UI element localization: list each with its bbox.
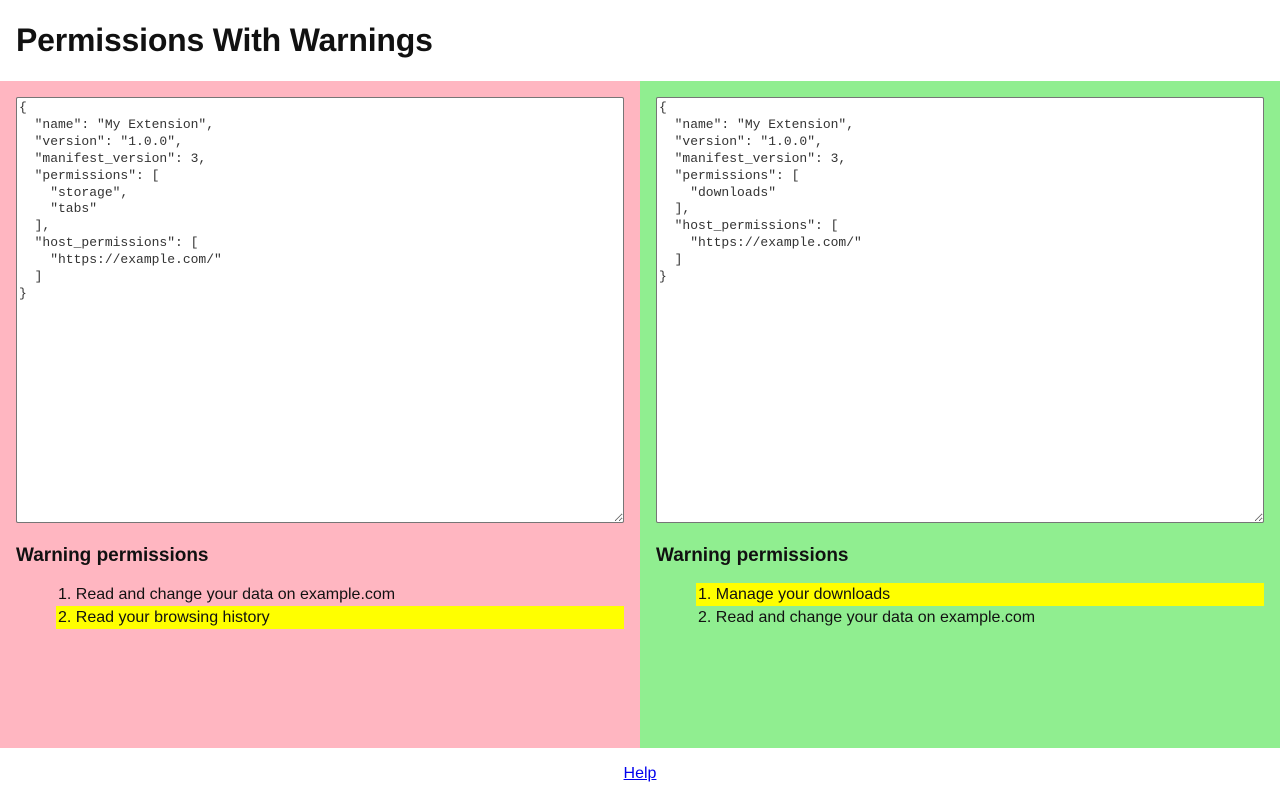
- page-title: Permissions With Warnings: [16, 22, 433, 58]
- panel-right: { "name": "My Extension", "version": "1.…: [640, 81, 1280, 748]
- warning-item-number: 1.: [58, 586, 72, 603]
- warning-item-text: Manage your downloads: [715, 586, 891, 603]
- help-link[interactable]: Help: [624, 765, 657, 783]
- manifest-editor-right[interactable]: { "name": "My Extension", "version": "1.…: [656, 97, 1264, 523]
- panel-left: { "name": "My Extension", "version": "1.…: [0, 81, 640, 748]
- manifest-editor-left[interactable]: { "name": "My Extension", "version": "1.…: [16, 97, 624, 523]
- warning-list-right: 1. Manage your downloads 2. Read and cha…: [656, 583, 1264, 629]
- warning-item-text: Read your browsing history: [75, 609, 270, 626]
- page-header: Permissions With Warnings: [0, 0, 1280, 81]
- warning-item-text: Read and change your data on example.com: [75, 586, 396, 603]
- page-footer: Help: [0, 748, 1280, 800]
- warning-item-number: 2.: [58, 609, 72, 626]
- warning-item-highlighted: 2. Read your browsing history: [56, 606, 624, 629]
- warning-item-number: 1.: [698, 586, 712, 603]
- warning-item: 2. Read and change your data on example.…: [696, 606, 1264, 629]
- warning-list-left: 1. Read and change your data on example.…: [16, 583, 624, 629]
- comparison-panels: { "name": "My Extension", "version": "1.…: [0, 81, 1280, 748]
- warning-permissions-heading: Warning permissions: [16, 545, 209, 566]
- warning-item: 1. Read and change your data on example.…: [56, 583, 624, 606]
- warning-permissions-heading: Warning permissions: [656, 545, 849, 566]
- warning-item-number: 2.: [698, 609, 712, 626]
- warning-item-text: Read and change your data on example.com: [715, 609, 1036, 626]
- warning-item-highlighted: 1. Manage your downloads: [696, 583, 1264, 606]
